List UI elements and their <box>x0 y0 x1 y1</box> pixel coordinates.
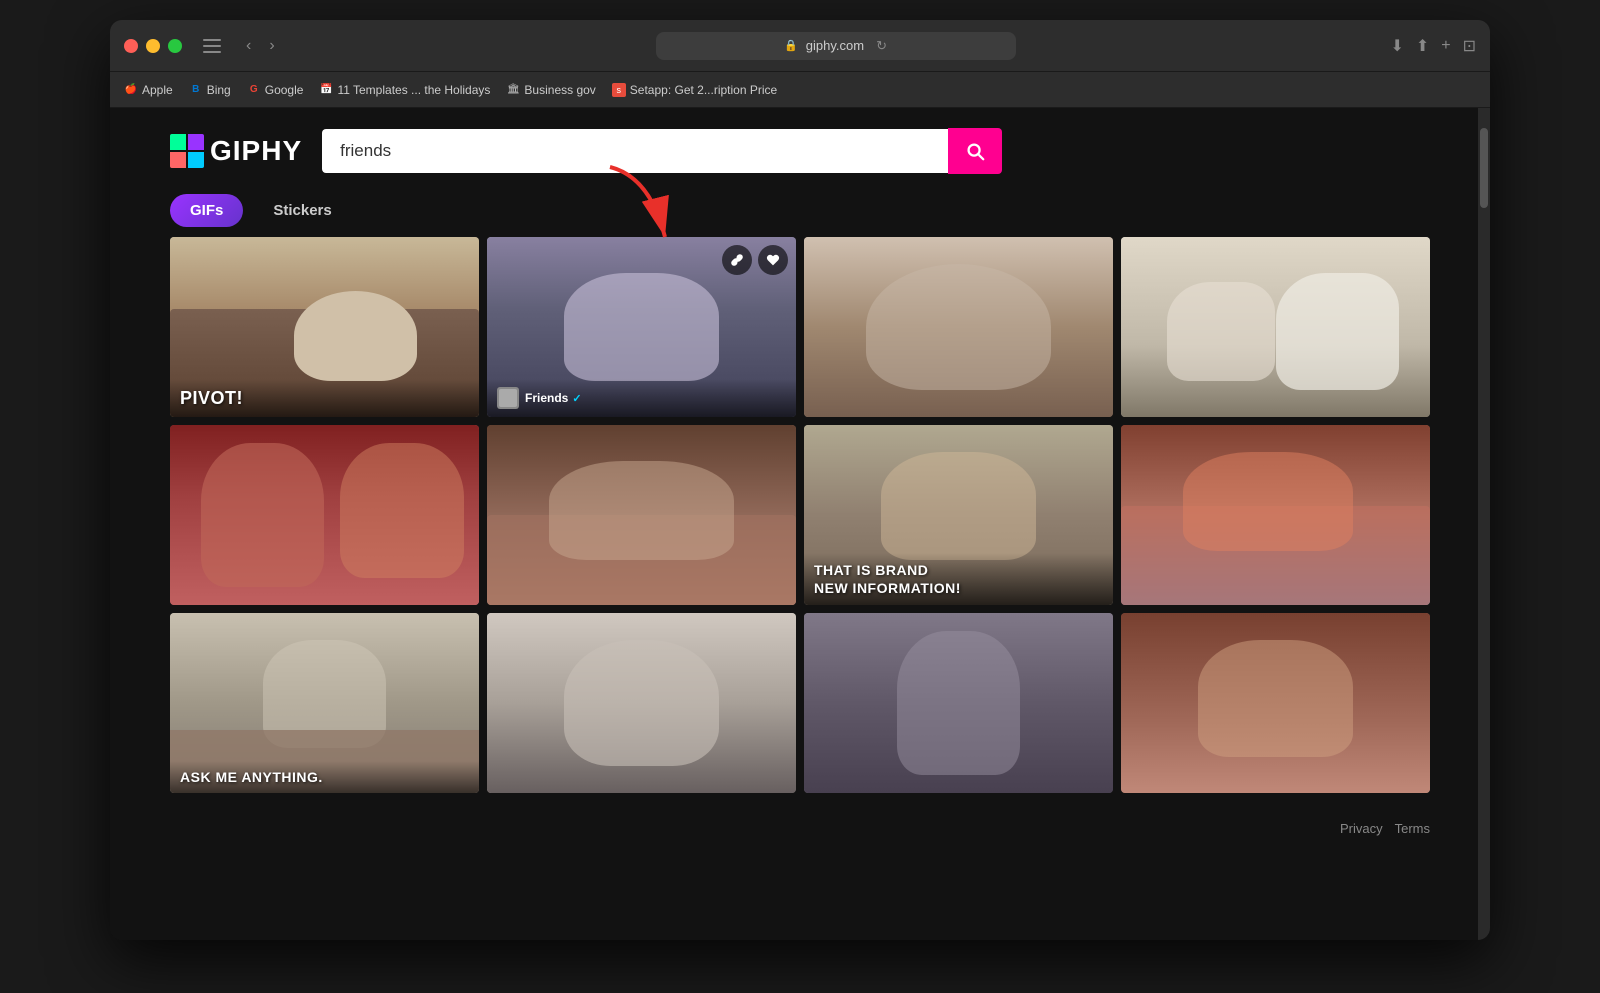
logo-icon <box>170 134 204 168</box>
tab-overview-icon[interactable]: ⊡ <box>1463 36 1476 56</box>
bookmark-bing[interactable]: B Bing <box>189 83 231 97</box>
gif-brand-new-text: THAT IS BRANDNEW INFORMATION! <box>814 561 961 597</box>
bookmark-google[interactable]: G Google <box>247 83 304 97</box>
bing-bookmark-icon: B <box>189 83 203 97</box>
lock-icon: 🔒 <box>784 39 798 52</box>
heart-icon <box>766 253 780 267</box>
giphy-header: GIPHY <box>110 108 1490 184</box>
browser-window: ‹ › 🔒 giphy.com ↻ ⬇ ⬆ + ⊡ 🍎 Apple B Bing <box>110 20 1490 940</box>
gif-rachel-text: ASK ME ANYTHING. <box>180 769 323 785</box>
link-icon-btn[interactable] <box>722 245 752 275</box>
gif-item-dancing[interactable] <box>804 613 1113 793</box>
privacy-link[interactable]: Privacy <box>1340 821 1383 836</box>
apple-bookmark-icon: 🍎 <box>124 83 138 97</box>
channel-name: Friends ✓ <box>525 391 582 405</box>
download-icon[interactable]: ⬇ <box>1390 36 1403 56</box>
gif-item-brand-new[interactable]: THAT IS BRANDNEW INFORMATION! <box>804 425 1113 605</box>
bookmark-business[interactable]: 🏛 Business gov <box>506 83 595 97</box>
channel-avatar <box>497 387 519 409</box>
minimize-button[interactable] <box>146 39 160 53</box>
browser-content: GIPHY GIFs Stickers <box>110 108 1490 940</box>
gif-pivot-text: PIVOT! <box>180 388 243 409</box>
new-tab-icon[interactable]: + <box>1441 37 1450 55</box>
traffic-lights <box>124 39 182 53</box>
terms-link[interactable]: Terms <box>1395 821 1430 836</box>
stickers-tab[interactable]: Stickers <box>253 194 351 227</box>
heart-icon-btn[interactable] <box>758 245 788 275</box>
gif-hover-icons <box>722 245 788 275</box>
link-icon <box>730 253 744 267</box>
apple-bookmark-label: Apple <box>142 83 173 97</box>
titlebar: ‹ › 🔒 giphy.com ↻ ⬇ ⬆ + ⊡ <box>110 20 1490 72</box>
search-input[interactable] <box>322 129 948 173</box>
verified-icon: ✓ <box>572 392 581 405</box>
gif-item-rachel-desk[interactable]: ASK ME ANYTHING. <box>170 613 479 793</box>
gif-item-wedding[interactable] <box>1121 237 1430 417</box>
gifs-tab[interactable]: GIFs <box>170 194 243 227</box>
forward-button[interactable]: › <box>263 35 280 57</box>
search-container <box>322 128 1002 174</box>
reload-icon[interactable]: ↻ <box>876 38 887 54</box>
gif-item-hug2[interactable] <box>487 613 796 793</box>
gif-item-laughing[interactable] <box>170 425 479 605</box>
address-bar-container: 🔒 giphy.com ↻ <box>311 32 1361 60</box>
templates-bookmark-label: 11 Templates ... the Holidays <box>337 83 490 97</box>
bookmark-templates[interactable]: 📅 11 Templates ... the Holidays <box>319 83 490 97</box>
gif-item-joey-smile[interactable] <box>1121 613 1430 793</box>
channel-name-text: Friends <box>525 391 568 405</box>
bing-bookmark-label: Bing <box>207 83 231 97</box>
business-bookmark-label: Business gov <box>524 83 595 97</box>
gif-rachel-overlay: ASK ME ANYTHING. <box>170 761 479 793</box>
scrollbar-thumb[interactable] <box>1480 128 1488 208</box>
logo-text: GIPHY <box>210 135 302 167</box>
share-icon[interactable]: ⬆ <box>1416 36 1429 56</box>
gif-item-pivot[interactable]: PIVOT! <box>170 237 479 417</box>
gif-item-hug[interactable] <box>804 237 1113 417</box>
gif-friends-channel: Friends ✓ <box>487 379 796 417</box>
setapp-bookmark-label: Setapp: Get 2...ription Price <box>630 83 777 97</box>
gif-item-friends-upset[interactable]: Friends ✓ <box>487 237 796 417</box>
gif-brand-new-overlay: THAT IS BRANDNEW INFORMATION! <box>804 553 1113 605</box>
scrollbar[interactable] <box>1478 108 1490 940</box>
sidebar-toggle-button[interactable] <box>200 37 224 55</box>
bookmarks-bar: 🍎 Apple B Bing G Google 📅 11 Templates .… <box>110 72 1490 108</box>
templates-bookmark-icon: 📅 <box>319 83 333 97</box>
address-text: giphy.com <box>806 38 864 53</box>
search-button[interactable] <box>948 128 1002 174</box>
close-button[interactable] <box>124 39 138 53</box>
gif-pivot-overlay: PIVOT! <box>170 380 479 417</box>
google-bookmark-label: Google <box>265 83 304 97</box>
maximize-button[interactable] <box>168 39 182 53</box>
giphy-logo[interactable]: GIPHY <box>170 134 302 168</box>
address-bar[interactable]: 🔒 giphy.com ↻ <box>656 32 1016 60</box>
bookmark-apple[interactable]: 🍎 Apple <box>124 83 173 97</box>
filter-tabs: GIFs Stickers <box>110 184 1490 237</box>
gif-item-joey-couch[interactable] <box>1121 425 1430 605</box>
gif-item-sitting[interactable] <box>487 425 796 605</box>
google-bookmark-icon: G <box>247 83 261 97</box>
bookmark-setapp[interactable]: s Setapp: Get 2...ription Price <box>612 83 777 97</box>
nav-buttons: ‹ › <box>240 35 281 57</box>
footer: Privacy Terms <box>110 813 1490 844</box>
business-bookmark-icon: 🏛 <box>506 83 520 97</box>
giphy-app: GIPHY GIFs Stickers <box>110 108 1490 940</box>
titlebar-actions: ⬇ ⬆ + ⊡ <box>1390 36 1476 56</box>
gif-grid: PIVOT! <box>110 237 1490 813</box>
search-icon <box>964 140 986 162</box>
setapp-bookmark-icon: s <box>612 83 626 97</box>
back-button[interactable]: ‹ <box>240 35 257 57</box>
